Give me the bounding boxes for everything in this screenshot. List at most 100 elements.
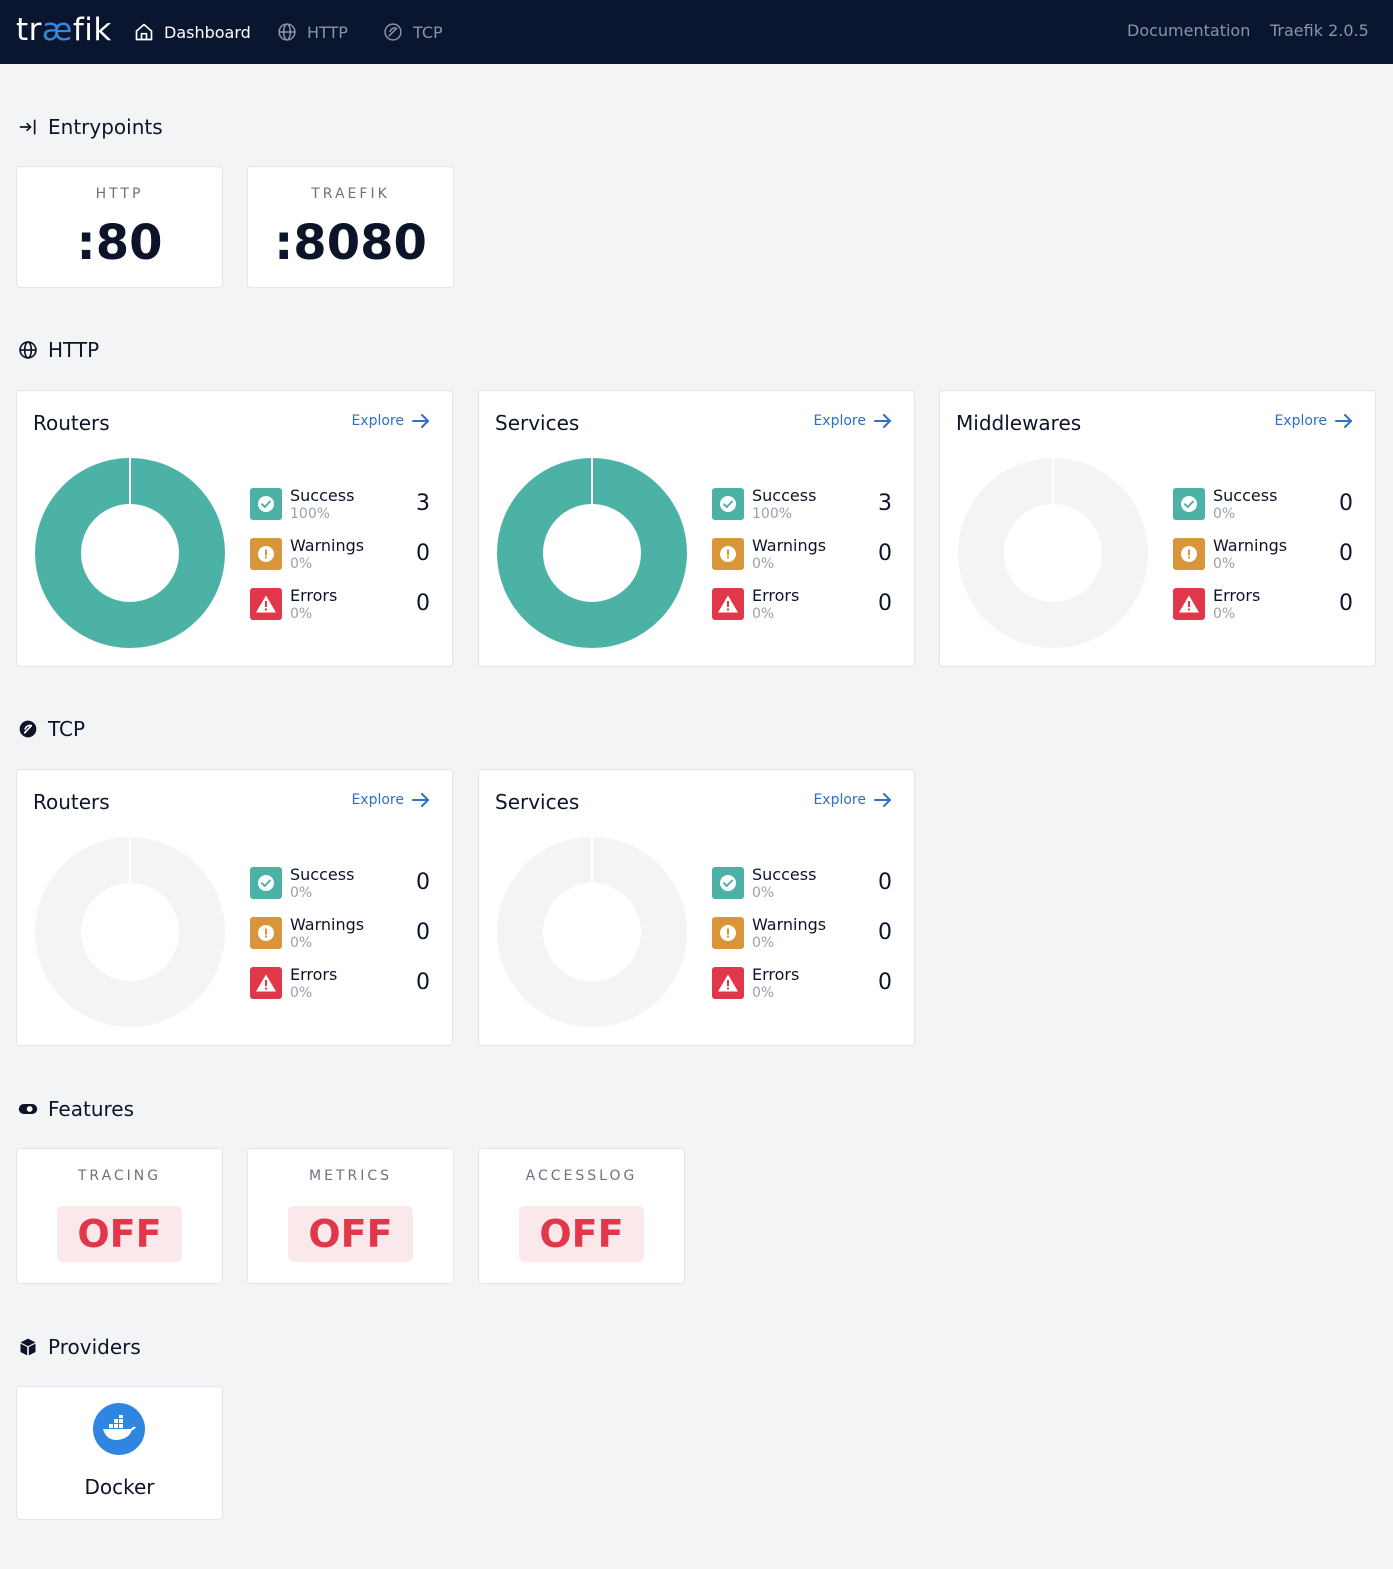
stat-percent: 0%: [290, 985, 313, 1001]
stat-success: Success 0% 0: [712, 865, 892, 901]
section-features-title: Features: [18, 1096, 134, 1122]
explore-link[interactable]: Explore: [351, 413, 430, 429]
stat-percent: 0%: [752, 935, 775, 951]
http-card-routers: Routers Explore Success 100% 3 Warnings 0% 0 Err…: [16, 390, 453, 667]
stat-percent: 0%: [290, 935, 313, 951]
section-entrypoints-title: Entrypoints: [18, 114, 163, 140]
stat-warnings: Warnings 0% 0: [250, 536, 430, 572]
feature-card-tracing: TRACING OFF: [16, 1148, 223, 1284]
card-title: Services: [495, 790, 580, 814]
status-donut-chart: [958, 458, 1148, 648]
top-navbar: træfik Dashboard HTTP TCP Documentation …: [0, 0, 1393, 64]
card-title: Routers: [33, 411, 110, 435]
feature-label: METRICS: [309, 1168, 392, 1184]
stat-label: Errors: [1213, 586, 1261, 605]
stat-warnings: Warnings 0% 0: [712, 536, 892, 572]
stat-errors: Errors 0% 0: [1173, 586, 1353, 622]
stat-label: Success: [752, 486, 817, 505]
home-icon: [135, 23, 153, 41]
stat-errors: Errors 0% 0: [712, 965, 892, 1001]
arrow-right-icon: [874, 414, 891, 428]
stat-percent: 0%: [290, 606, 313, 622]
nav-dashboard[interactable]: Dashboard: [134, 19, 251, 45]
toggle-icon: [18, 1104, 38, 1114]
stat-label: Errors: [752, 965, 800, 984]
globe-icon: [19, 341, 37, 359]
stat-label: Warnings: [752, 536, 827, 555]
stat-count: 3: [416, 491, 430, 516]
stat-percent: 0%: [752, 985, 775, 1001]
stat-warnings: Warnings 0% 0: [712, 915, 892, 951]
stat-label: Errors: [290, 965, 338, 984]
stat-count: 0: [1339, 491, 1353, 516]
stat-label: Warnings: [290, 536, 365, 555]
stat-percent: 0%: [1213, 606, 1236, 622]
exclamation-icon: [712, 538, 744, 570]
exclamation-icon: [250, 917, 282, 949]
stat-count: 0: [878, 920, 892, 945]
provider-card-docker[interactable]: Docker: [16, 1386, 223, 1520]
explore-link[interactable]: Explore: [813, 413, 892, 429]
tcp-card-routers: Routers Explore Success 0% 0 Warnings 0% 0 Error…: [16, 769, 453, 1046]
stat-label: Errors: [290, 586, 338, 605]
feature-label: TRACING: [77, 1168, 162, 1184]
stat-percent: 0%: [290, 885, 313, 901]
stat-count: 0: [1339, 541, 1353, 566]
entrypoint-card-traefik: TRAEFIK :8080: [247, 166, 454, 288]
alert-triangle-icon: [1173, 588, 1205, 620]
http-card-services: Services Explore Success 100% 3 Warnings 0% 0 Er…: [478, 390, 915, 667]
traefik-logo[interactable]: træfik: [16, 12, 112, 48]
tcp-icon: [384, 23, 402, 41]
explore-link[interactable]: Explore: [351, 792, 430, 808]
tcp-icon: [19, 720, 37, 738]
stat-percent: 0%: [752, 556, 775, 572]
arrow-right-icon: [412, 414, 429, 428]
nav-http[interactable]: HTTP: [277, 19, 348, 45]
stat-count: 3: [878, 491, 892, 516]
stat-count: 0: [416, 870, 430, 895]
stat-label: Success: [1213, 486, 1278, 505]
stat-errors: Errors 0% 0: [712, 586, 892, 622]
entrypoint-label: HTTP: [95, 186, 144, 202]
provider-name: Docker: [84, 1475, 155, 1499]
explore-link[interactable]: Explore: [813, 792, 892, 808]
check-icon: [712, 488, 744, 520]
stat-count: 0: [1339, 591, 1353, 616]
arrow-right-icon: [874, 793, 891, 807]
stat-count: 0: [416, 591, 430, 616]
status-donut-chart: [497, 837, 687, 1027]
check-icon: [250, 867, 282, 899]
entrypoint-icon: [19, 119, 36, 135]
card-title: Middlewares: [956, 411, 1082, 435]
stat-count: 0: [878, 970, 892, 995]
check-icon: [712, 867, 744, 899]
nav-documentation[interactable]: Documentation: [1127, 21, 1250, 40]
stat-errors: Errors 0% 0: [250, 586, 430, 622]
explore-link[interactable]: Explore: [1274, 413, 1353, 429]
feature-status-badge: OFF: [57, 1206, 182, 1262]
card-title: Routers: [33, 790, 110, 814]
stat-success: Success 100% 3: [712, 486, 892, 522]
card-title: Services: [495, 411, 580, 435]
feature-card-metrics: METRICS OFF: [247, 1148, 454, 1284]
stat-count: 0: [878, 591, 892, 616]
arrow-right-icon: [1335, 414, 1352, 428]
docker-icon: [93, 1403, 145, 1455]
stat-label: Warnings: [1213, 536, 1288, 555]
tcp-card-services: Services Explore Success 0% 0 Warnings 0% 0 Erro…: [478, 769, 915, 1046]
stat-percent: 0%: [1213, 506, 1236, 522]
stat-label: Errors: [752, 586, 800, 605]
section-tcp-title: TCP: [18, 716, 85, 742]
nav-tcp[interactable]: TCP: [383, 19, 443, 45]
stat-warnings: Warnings 0% 0: [250, 915, 430, 951]
section-http-title: HTTP: [18, 337, 99, 363]
stat-percent: 0%: [290, 556, 313, 572]
stat-percent: 0%: [752, 885, 775, 901]
alert-triangle-icon: [250, 588, 282, 620]
exclamation-icon: [250, 538, 282, 570]
stat-count: 0: [878, 870, 892, 895]
stat-errors: Errors 0% 0: [250, 965, 430, 1001]
http-card-middlewares: Middlewares Explore Success 0% 0 Warnings 0% 0 E…: [939, 390, 1376, 667]
stat-label: Warnings: [290, 915, 365, 934]
entrypoint-label: TRAEFIK: [311, 186, 390, 202]
